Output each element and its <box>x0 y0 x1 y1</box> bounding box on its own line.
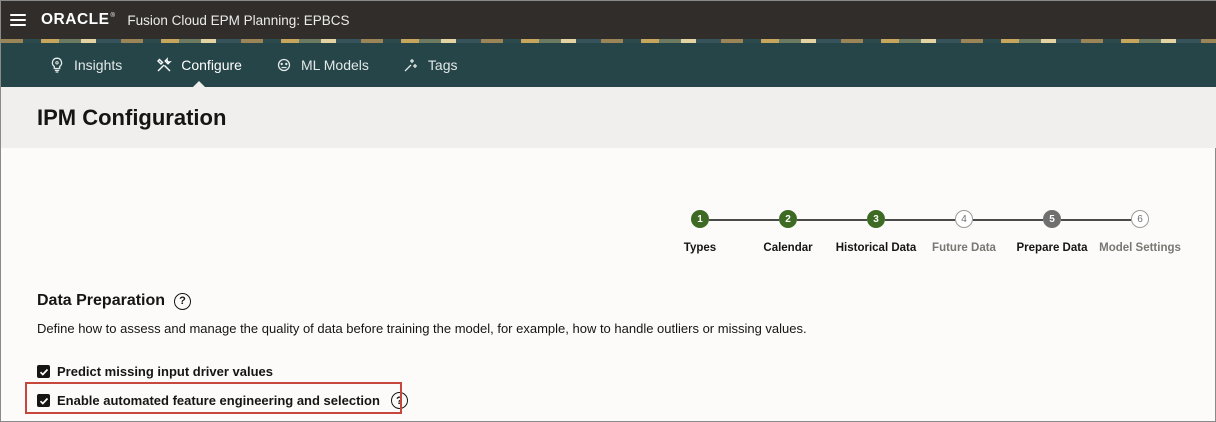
train-connector <box>1061 219 1131 221</box>
train-connector <box>709 219 779 221</box>
tools-icon <box>156 57 173 73</box>
train-label-model-settings: Model Settings <box>1099 242 1181 254</box>
tab-insights[interactable]: Insights <box>49 43 122 87</box>
progress-train: 1 2 3 4 5 6 Types Calendar Historical Da… <box>661 209 1201 259</box>
oracle-logo: ORACLE® <box>41 11 116 28</box>
ml-models-icon <box>276 57 292 73</box>
highlight-box <box>25 382 402 414</box>
section-description: Define how to assess and manage the qual… <box>37 321 807 336</box>
page-header: IPM Configuration <box>1 87 1216 148</box>
tab-insights-label: Insights <box>74 57 123 73</box>
option-predict-missing: Predict missing input driver values <box>37 364 273 379</box>
train-label-future-data: Future Data <box>932 242 996 254</box>
nav-bar: Insights Configure ML Models Tags <box>1 43 1216 87</box>
app-title: Fusion Cloud EPM Planning: EPBCS <box>127 12 350 28</box>
train-label-prepare-data: Prepare Data <box>1016 242 1088 254</box>
tab-ml-models[interactable]: ML Models <box>276 43 369 87</box>
train-connector <box>973 219 1043 221</box>
option-predict-missing-label: Predict missing input driver values <box>57 364 274 379</box>
checkbox-checked-icon[interactable] <box>37 365 50 378</box>
train-step-calendar[interactable]: 2 <box>779 210 797 228</box>
train-connector <box>885 219 955 221</box>
tab-ml-models-label: ML Models <box>300 57 369 73</box>
train-label-historical-data: Historical Data <box>835 242 917 254</box>
train-connector <box>797 219 867 221</box>
tags-icon <box>403 57 419 73</box>
page-title: IPM Configuration <box>37 105 227 130</box>
train-label-calendar: Calendar <box>763 242 813 254</box>
train-step-prepare-data[interactable]: 5 <box>1043 210 1061 228</box>
train-label-types: Types <box>683 242 717 254</box>
tab-tags[interactable]: Tags <box>403 43 458 87</box>
hamburger-menu-icon[interactable] <box>10 14 26 26</box>
section-title: Data Preparation ? <box>37 292 192 310</box>
train-step-model-settings[interactable]: 6 <box>1131 210 1149 228</box>
train-step-historical-data[interactable]: 3 <box>867 210 885 228</box>
help-icon[interactable]: ? <box>174 292 192 310</box>
tab-configure[interactable]: Configure <box>156 43 242 87</box>
train-step-future-data[interactable]: 4 <box>955 210 973 228</box>
tab-tags-label: Tags <box>427 57 458 73</box>
train-step-types[interactable]: 1 <box>691 210 709 228</box>
lightbulb-icon <box>49 57 65 73</box>
top-bar: ORACLE® Fusion Cloud EPM Planning: EPBCS <box>1 1 1216 39</box>
section-title-text: Data Preparation <box>37 292 166 309</box>
tab-configure-label: Configure <box>181 57 242 73</box>
